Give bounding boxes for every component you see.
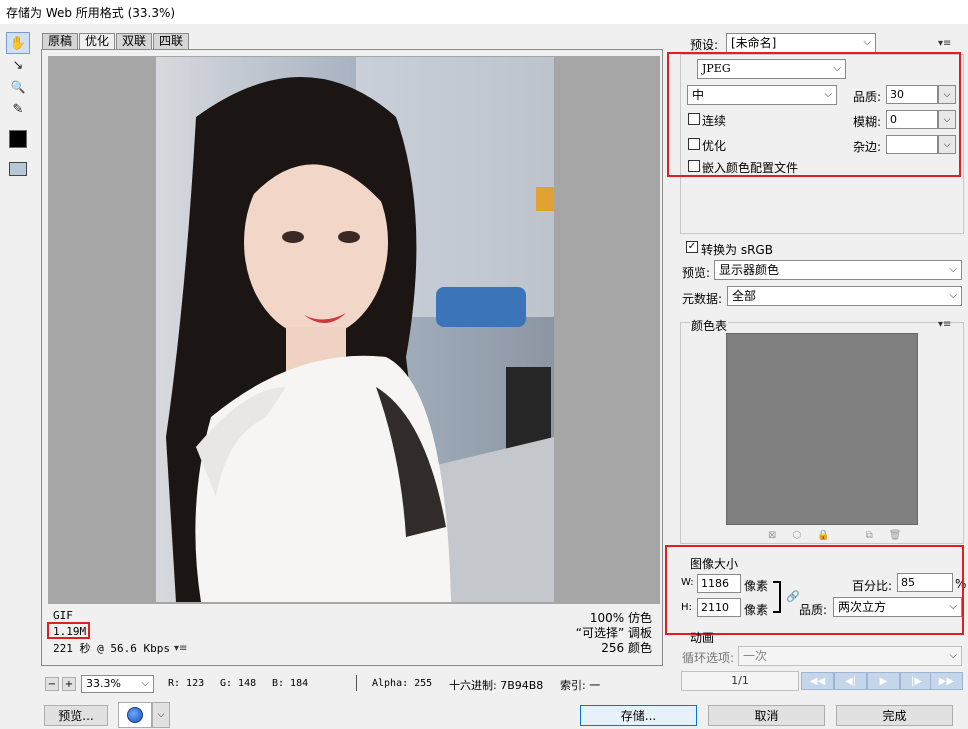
first-frame-icon[interactable]: ◀◀ <box>801 672 834 690</box>
preset-value: [未命名] <box>731 36 777 50</box>
optimize-menu-icon[interactable]: ▾≡ <box>938 38 951 49</box>
window-title: 存储为 Web 所用格式 (33.3%) <box>0 0 968 24</box>
preview-select[interactable]: 显示器颜色 ⌵ <box>714 260 962 280</box>
format-settings-highlight <box>667 52 961 177</box>
animation-label: 动画 <box>690 631 715 645</box>
browser-globe-icon <box>127 707 143 723</box>
portrait-photo <box>156 57 554 602</box>
metadata-value: 全部 <box>732 289 757 303</box>
last-frame-icon[interactable]: ▶▶ <box>930 672 963 690</box>
delete-color-icon[interactable]: 🗑 <box>889 530 902 541</box>
convert-srgb-checkbox[interactable]: ✓ <box>686 241 698 253</box>
zoom-out-button[interactable]: − <box>45 677 59 691</box>
loop-select[interactable]: 一次 ⌵ <box>738 646 962 666</box>
blue-value: B: 184 <box>272 678 309 689</box>
metadata-label: 元数据: <box>682 292 723 306</box>
status-divider <box>356 675 357 691</box>
eyedropper-tool-icon[interactable]: ✎ <box>6 98 30 120</box>
preset-select[interactable]: [未命名] ⌵ <box>726 33 876 53</box>
chevron-down-icon: ⌵ <box>141 678 149 689</box>
hand-tool-icon[interactable]: ✋ <box>6 32 30 54</box>
color-table-label: 颜色表 <box>690 317 729 334</box>
chevron-down-icon: ⌵ <box>863 37 871 48</box>
tab-optimized[interactable]: 优化 <box>79 33 116 49</box>
previous-frame-icon[interactable]: ◀| <box>834 672 867 690</box>
preview-image[interactable] <box>156 57 554 602</box>
new-color-icon[interactable]: ⧉ <box>866 530 873 541</box>
zoom-value: 33.3% <box>86 677 121 690</box>
tab-2-up[interactable]: 双联 <box>116 33 153 49</box>
green-value: G: 148 <box>220 678 257 689</box>
browser-select-chevron-down-icon[interactable]: ⌵ <box>152 702 170 728</box>
done-button[interactable]: 完成 <box>836 705 953 726</box>
loop-label: 循环选项: <box>682 651 735 665</box>
zoom-tool-icon[interactable]: 🔍 <box>6 76 30 98</box>
red-value: R: 123 <box>168 678 205 689</box>
view-tabs: 原稿 优化 双联 四联 <box>42 33 190 49</box>
toggle-slices-visibility-icon[interactable] <box>6 158 30 180</box>
web-shift-icon[interactable]: ⬡ <box>792 530 801 541</box>
frame-counter: 1/1 <box>681 671 799 691</box>
color-table-tools: ⊠ ⬡ 🔒 ⧉ 🗑 <box>768 530 901 541</box>
alpha-value: Alpha: 255 <box>372 678 433 689</box>
color-table-menu-icon[interactable]: ▾≡ <box>938 319 951 330</box>
cancel-button[interactable]: 取消 <box>708 705 825 726</box>
file-size-highlight <box>47 622 90 639</box>
zoom-in-button[interactable]: + <box>62 677 76 691</box>
preview-button[interactable]: 预览... <box>44 705 108 726</box>
hex-value: 十六进制: 7B94B8 <box>449 679 544 692</box>
next-frame-icon[interactable]: |▶ <box>900 672 933 690</box>
tab-original[interactable]: 原稿 <box>42 33 79 49</box>
lock-color-icon[interactable]: 🔒 <box>817 530 829 541</box>
chevron-down-icon: ⌵ <box>949 650 957 661</box>
colors-count-label: 256 颜色 <box>601 641 652 655</box>
image-size-highlight <box>665 545 964 635</box>
index-value: 索引: 一 <box>560 679 601 692</box>
color-table[interactable] <box>726 333 918 525</box>
preview-value: 显示器颜色 <box>719 263 780 277</box>
download-speed-menu-icon[interactable]: ▾≡ <box>174 643 187 654</box>
chevron-down-icon: ⌵ <box>949 264 957 275</box>
play-icon[interactable]: ▶ <box>867 672 900 690</box>
eyedropper-color-swatch[interactable] <box>6 128 30 150</box>
preview-label: 预览: <box>682 266 711 280</box>
map-transparency-icon[interactable]: ⊠ <box>768 530 776 541</box>
tab-4-up[interactable]: 四联 <box>153 33 190 49</box>
preset-label: 预设: <box>690 38 719 52</box>
browser-preview-button[interactable] <box>118 702 152 728</box>
loop-value: 一次 <box>743 649 768 663</box>
save-button[interactable]: 存储... <box>580 705 697 726</box>
convert-srgb-label: 转换为 sRGB <box>701 243 773 257</box>
format-label: GIF <box>53 609 73 622</box>
chevron-down-icon: ⌵ <box>949 290 957 301</box>
metadata-select[interactable]: 全部 ⌵ <box>727 286 962 306</box>
download-time-label: 221 秒 @ 56.6 Kbps <box>53 642 170 655</box>
zoom-select[interactable]: 33.3% ⌵ <box>81 675 154 693</box>
slice-select-tool-icon[interactable]: ↘ <box>6 54 30 76</box>
